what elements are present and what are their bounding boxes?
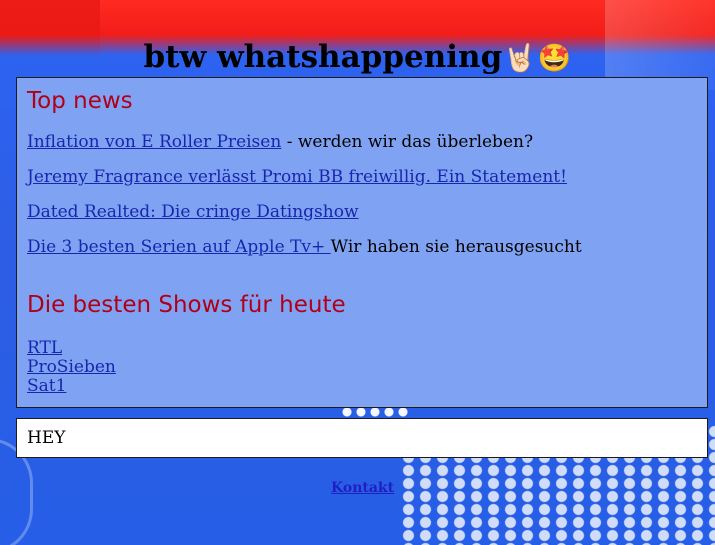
message-text: HEY [27,428,66,448]
rock-hand-emoji-icon: 🤘🏻 [503,42,537,74]
news-item-inflation-description: - werden wir das überleben? [281,132,534,152]
page-title: btw whatshappening🤘🏻🤩 [0,33,715,81]
message-box: HEY [16,418,708,458]
news-item-inflation: Inflation von E Roller Preisen - werden … [27,130,677,165]
best-shows-heading: Die besten Shows für heute [27,292,346,318]
news-content-box: Top news Inflation von E Roller Preisen … [16,77,708,408]
news-link-jeremy-fragrance[interactable]: Jeremy Fragrance verlässt Promi BB freiw… [27,167,567,187]
show-link-prosieben[interactable]: ProSieben [27,358,116,377]
news-link-inflation[interactable]: Inflation von E Roller Preisen [27,132,281,152]
news-link-dated-realted[interactable]: Dated Realted: Die cringe Datingshow [27,202,359,222]
top-news-list: Inflation von E Roller Preisen - werden … [27,130,677,270]
news-item-dated-realted: Dated Realted: Die cringe Datingshow [27,200,677,235]
star-struck-emoji-icon: 🤩 [537,42,572,74]
show-link-rtl[interactable]: RTL [27,339,116,358]
page-title-text: btw whatshappening [143,38,503,75]
news-item-apple-tv: Die 3 besten Serien auf Apple Tv+ Wir ha… [27,235,677,270]
contact-link[interactable]: Kontakt [331,480,394,496]
show-link-sat1[interactable]: Sat1 [27,377,116,396]
news-item-jeremy-fragrance: Jeremy Fragrance verlässt Promi BB freiw… [27,165,677,200]
news-item-apple-tv-description: Wir haben sie herausgesucht [330,237,582,257]
news-link-apple-tv[interactable]: Die 3 besten Serien auf Apple Tv+ [27,237,331,257]
top-news-heading: Top news [27,88,133,114]
shows-list: RTL ProSieben Sat1 [27,339,116,396]
